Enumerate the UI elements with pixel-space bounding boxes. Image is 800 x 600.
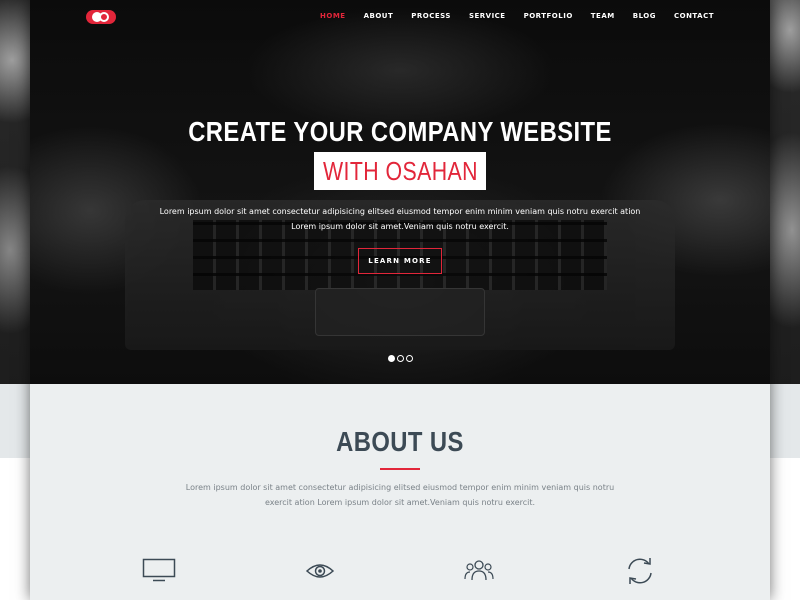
logo[interactable] (86, 10, 116, 24)
nav-blog[interactable]: BLOG (633, 12, 656, 20)
hero-text-line-1: Lorem ipsum dolor sit amet consectetur a… (159, 207, 641, 216)
hero-title: CREATE YOUR COMPANY WEBSITE (188, 116, 612, 147)
slider-dots (388, 355, 413, 362)
slider-dot-3[interactable] (406, 355, 413, 362)
nav-process[interactable]: PROCESS (411, 12, 451, 20)
slider-dot-1[interactable] (388, 355, 395, 362)
nav-about[interactable]: ABOUT (364, 12, 394, 20)
nav-home[interactable]: HOME (320, 12, 346, 20)
monitor-icon (142, 558, 176, 582)
page-frame: HOME ABOUT PROCESS SERVICE PORTFOLIO TEA… (30, 0, 770, 600)
main-nav: HOME ABOUT PROCESS SERVICE PORTFOLIO TEA… (320, 12, 714, 20)
slider-dot-2[interactable] (397, 355, 404, 362)
hero-highlight-box: WITH OSAHAN (314, 152, 486, 190)
nav-contact[interactable]: CONTACT (674, 12, 714, 20)
about-section: ABOUT US Lorem ipsum dolor sit amet cons… (30, 384, 770, 600)
hero-section: HOME ABOUT PROCESS SERVICE PORTFOLIO TEA… (30, 0, 770, 384)
hero-description: Lorem ipsum dolor sit amet consectetur a… (30, 204, 770, 234)
hero-text-line-2: Lorem ipsum dolor sit amet.Veniam quis n… (291, 222, 509, 231)
nav-service[interactable]: SERVICE (469, 12, 506, 20)
learn-more-button[interactable]: LEARN MORE (358, 248, 442, 274)
about-description: Lorem ipsum dolor sit amet consectetur a… (185, 483, 615, 507)
hero-highlight: WITH OSAHAN (322, 155, 478, 186)
trackpad-image (315, 288, 485, 336)
about-divider (380, 468, 420, 470)
eye-icon (306, 561, 334, 581)
nav-portfolio[interactable]: PORTFOLIO (524, 12, 573, 20)
about-title: ABOUT US (336, 426, 464, 457)
refresh-icon (624, 556, 656, 586)
logo-ring-icon (99, 12, 109, 22)
team-icon (464, 558, 494, 582)
nav-team[interactable]: TEAM (591, 12, 615, 20)
